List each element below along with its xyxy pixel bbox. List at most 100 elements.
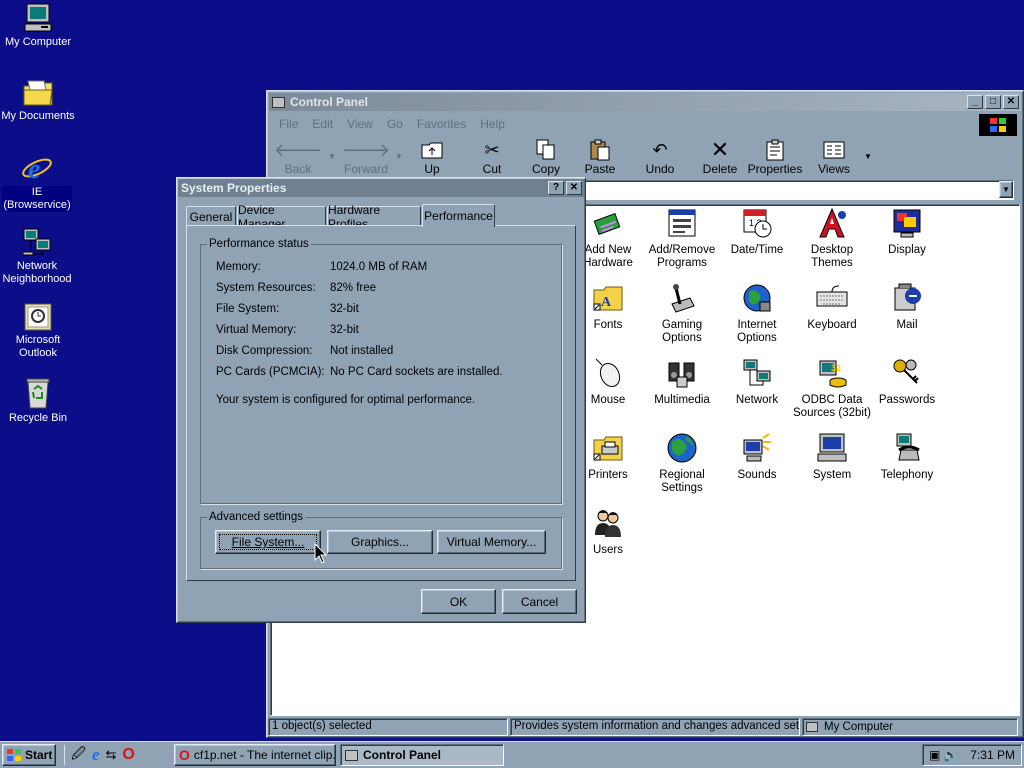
tab-general[interactable]: General [186,206,236,226]
up-button[interactable]: Up [404,138,460,176]
close-button[interactable]: ✕ [1003,95,1019,109]
scissors-icon: ✂ [484,139,500,160]
arrow-left-icon: 🡐 [273,139,323,160]
cp-item-system[interactable]: System [793,432,871,482]
control-panel-title: Control Panel [290,95,369,109]
desktop-icon-my-computer[interactable]: My Computer [0,2,78,49]
opera-icon[interactable]: O [122,746,134,764]
cp-item-date-time[interactable]: 1 2 Date/Time [718,207,796,257]
forward-dropdown-icon[interactable]: ▼ [395,152,403,161]
folder-icon [23,80,53,106]
cut-button[interactable]: ✂ Cut [464,138,520,177]
ie-quicklaunch-icon[interactable]: e [92,745,100,765]
desktop-icon-outlook[interactable]: Microsoft Outlook [0,302,78,360]
minimize-button[interactable]: _ [967,95,983,109]
show-desktop-icon[interactable]: 🖉 [71,743,86,767]
memory-row: Memory: 1024.0 MB of RAM [216,261,428,273]
cp-item-keyboard[interactable]: Keyboard [793,282,871,332]
menu-edit[interactable]: Edit [312,117,333,131]
control-panel-titlebar[interactable]: Control Panel _ □ ✕ [269,93,1021,111]
views-dropdown-icon[interactable]: ▼ [864,152,872,161]
cp-item-gaming-options[interactable]: Gaming Options [643,282,721,345]
cp-item-add-remove-programs[interactable]: Add/Remove Programs [643,207,721,270]
system-tray: ▣ 🔈 7:31 PM [922,744,1022,766]
tab-performance[interactable]: Performance [422,204,495,227]
help-button[interactable]: ? [548,181,564,195]
menu-go[interactable]: Go [387,117,403,131]
menu-file[interactable]: File [279,117,298,131]
copy-button[interactable]: Copy [518,138,574,176]
mail-icon [894,283,921,311]
sounds-icon [743,433,771,462]
cp-item-regional-settings[interactable]: Regional Settings [643,432,721,495]
network-computers-icon [743,359,771,386]
desktop-icon-network[interactable]: Network Neighborhood [0,226,77,286]
channels-icon[interactable]: ⇆ [105,747,116,763]
menu-view[interactable]: View [347,117,373,131]
desktop-icon-my-documents[interactable]: My Documents [0,78,78,123]
address-bar[interactable]: ▼ [582,180,1014,200]
maximize-button[interactable]: □ [985,95,1001,109]
cp-item-desktop-themes[interactable]: Desktop Themes [793,207,871,270]
properties-button[interactable]: Properties [746,138,804,176]
desktop-icon-ie[interactable]: e IE (Browservice) [0,152,77,212]
multimedia-icon [668,362,695,388]
clock[interactable]: 7:31 PM [970,748,1015,762]
system-computer-icon [817,433,847,462]
paste-icon [589,138,611,162]
desktop-icon-recycle-bin[interactable]: Recycle Bin [0,376,78,425]
quick-launch: 🖉 e ⇆ O [64,745,135,765]
undo-icon: ↶ [652,139,668,160]
svg-text:32: 32 [831,363,841,373]
menu-favorites[interactable]: Favorites [417,117,466,131]
scheduler-icon[interactable]: ▣ [929,748,940,762]
dialog-close-button[interactable]: ✕ [566,181,582,195]
menu-bar: File Edit View Go Favorites Help [271,113,993,135]
pc-cards-row: PC Cards (PCMCIA): No PC Card sockets are… [216,366,503,378]
properties-icon [765,138,785,162]
my-computer-icon [24,3,52,32]
cp-item-sounds[interactable]: Sounds [718,432,796,482]
paste-button[interactable]: Paste [572,138,628,176]
tab-hardware-profiles[interactable]: Hardware Profiles [327,203,421,231]
fonts-folder-icon: A [593,286,623,311]
arrow-right-icon: 🡒 [341,139,391,160]
forward-button[interactable]: 🡒 Forward [338,138,394,177]
undo-button[interactable]: ↶ Undo [632,138,688,177]
virtual-memory-button[interactable]: Virtual Memory... [437,530,546,554]
desktop-icon-label: My Computer [4,36,72,48]
svg-text:e: e [28,154,40,184]
users-icon [595,510,621,537]
cp-item-odbc-data-sources[interactable]: 32 ODBC Data Sources (32bit) [793,357,871,420]
volume-icon[interactable]: 🔈 [943,748,958,762]
menu-help[interactable]: Help [480,117,505,131]
graphics-button[interactable]: Graphics... [327,530,433,554]
display-icon [893,209,921,238]
desktop-icon-label: IE (Browservice) [2,186,72,212]
ok-button[interactable]: OK [421,589,496,614]
start-button[interactable]: Start [2,744,56,766]
cp-item-multimedia[interactable]: Multimedia [643,357,721,407]
cp-item-passwords[interactable]: Passwords [868,357,946,407]
back-button[interactable]: 🡐 Back [270,138,326,177]
mouse-icon [595,358,621,388]
address-dropdown-button[interactable]: ▼ [999,181,1013,198]
cp-item-internet-options[interactable]: Internet Options [718,282,796,345]
joystick-icon [671,284,695,313]
task-button-browser[interactable]: O cf1p.net - The internet clip... [174,744,336,766]
cp-item-display[interactable]: Display [868,207,946,257]
back-dropdown-icon[interactable]: ▼ [328,152,336,161]
task-button-control-panel[interactable]: Control Panel [340,744,504,766]
add-remove-programs-icon [668,209,696,237]
file-system-button[interactable]: File System... [215,530,321,554]
tab-device-manager[interactable]: Device Manager [237,203,326,231]
cancel-button[interactable]: Cancel [502,589,577,614]
system-properties-titlebar[interactable]: System Properties ? ✕ [178,179,584,197]
cp-item-mail[interactable]: Mail [868,282,946,332]
views-icon [823,138,845,162]
delete-button[interactable]: ✕ Delete [692,137,748,176]
cp-item-network[interactable]: Network [718,357,796,407]
cp-item-telephony[interactable]: Telephony [868,432,946,482]
folder-up-icon [421,138,443,162]
views-button[interactable]: Views [806,138,862,176]
